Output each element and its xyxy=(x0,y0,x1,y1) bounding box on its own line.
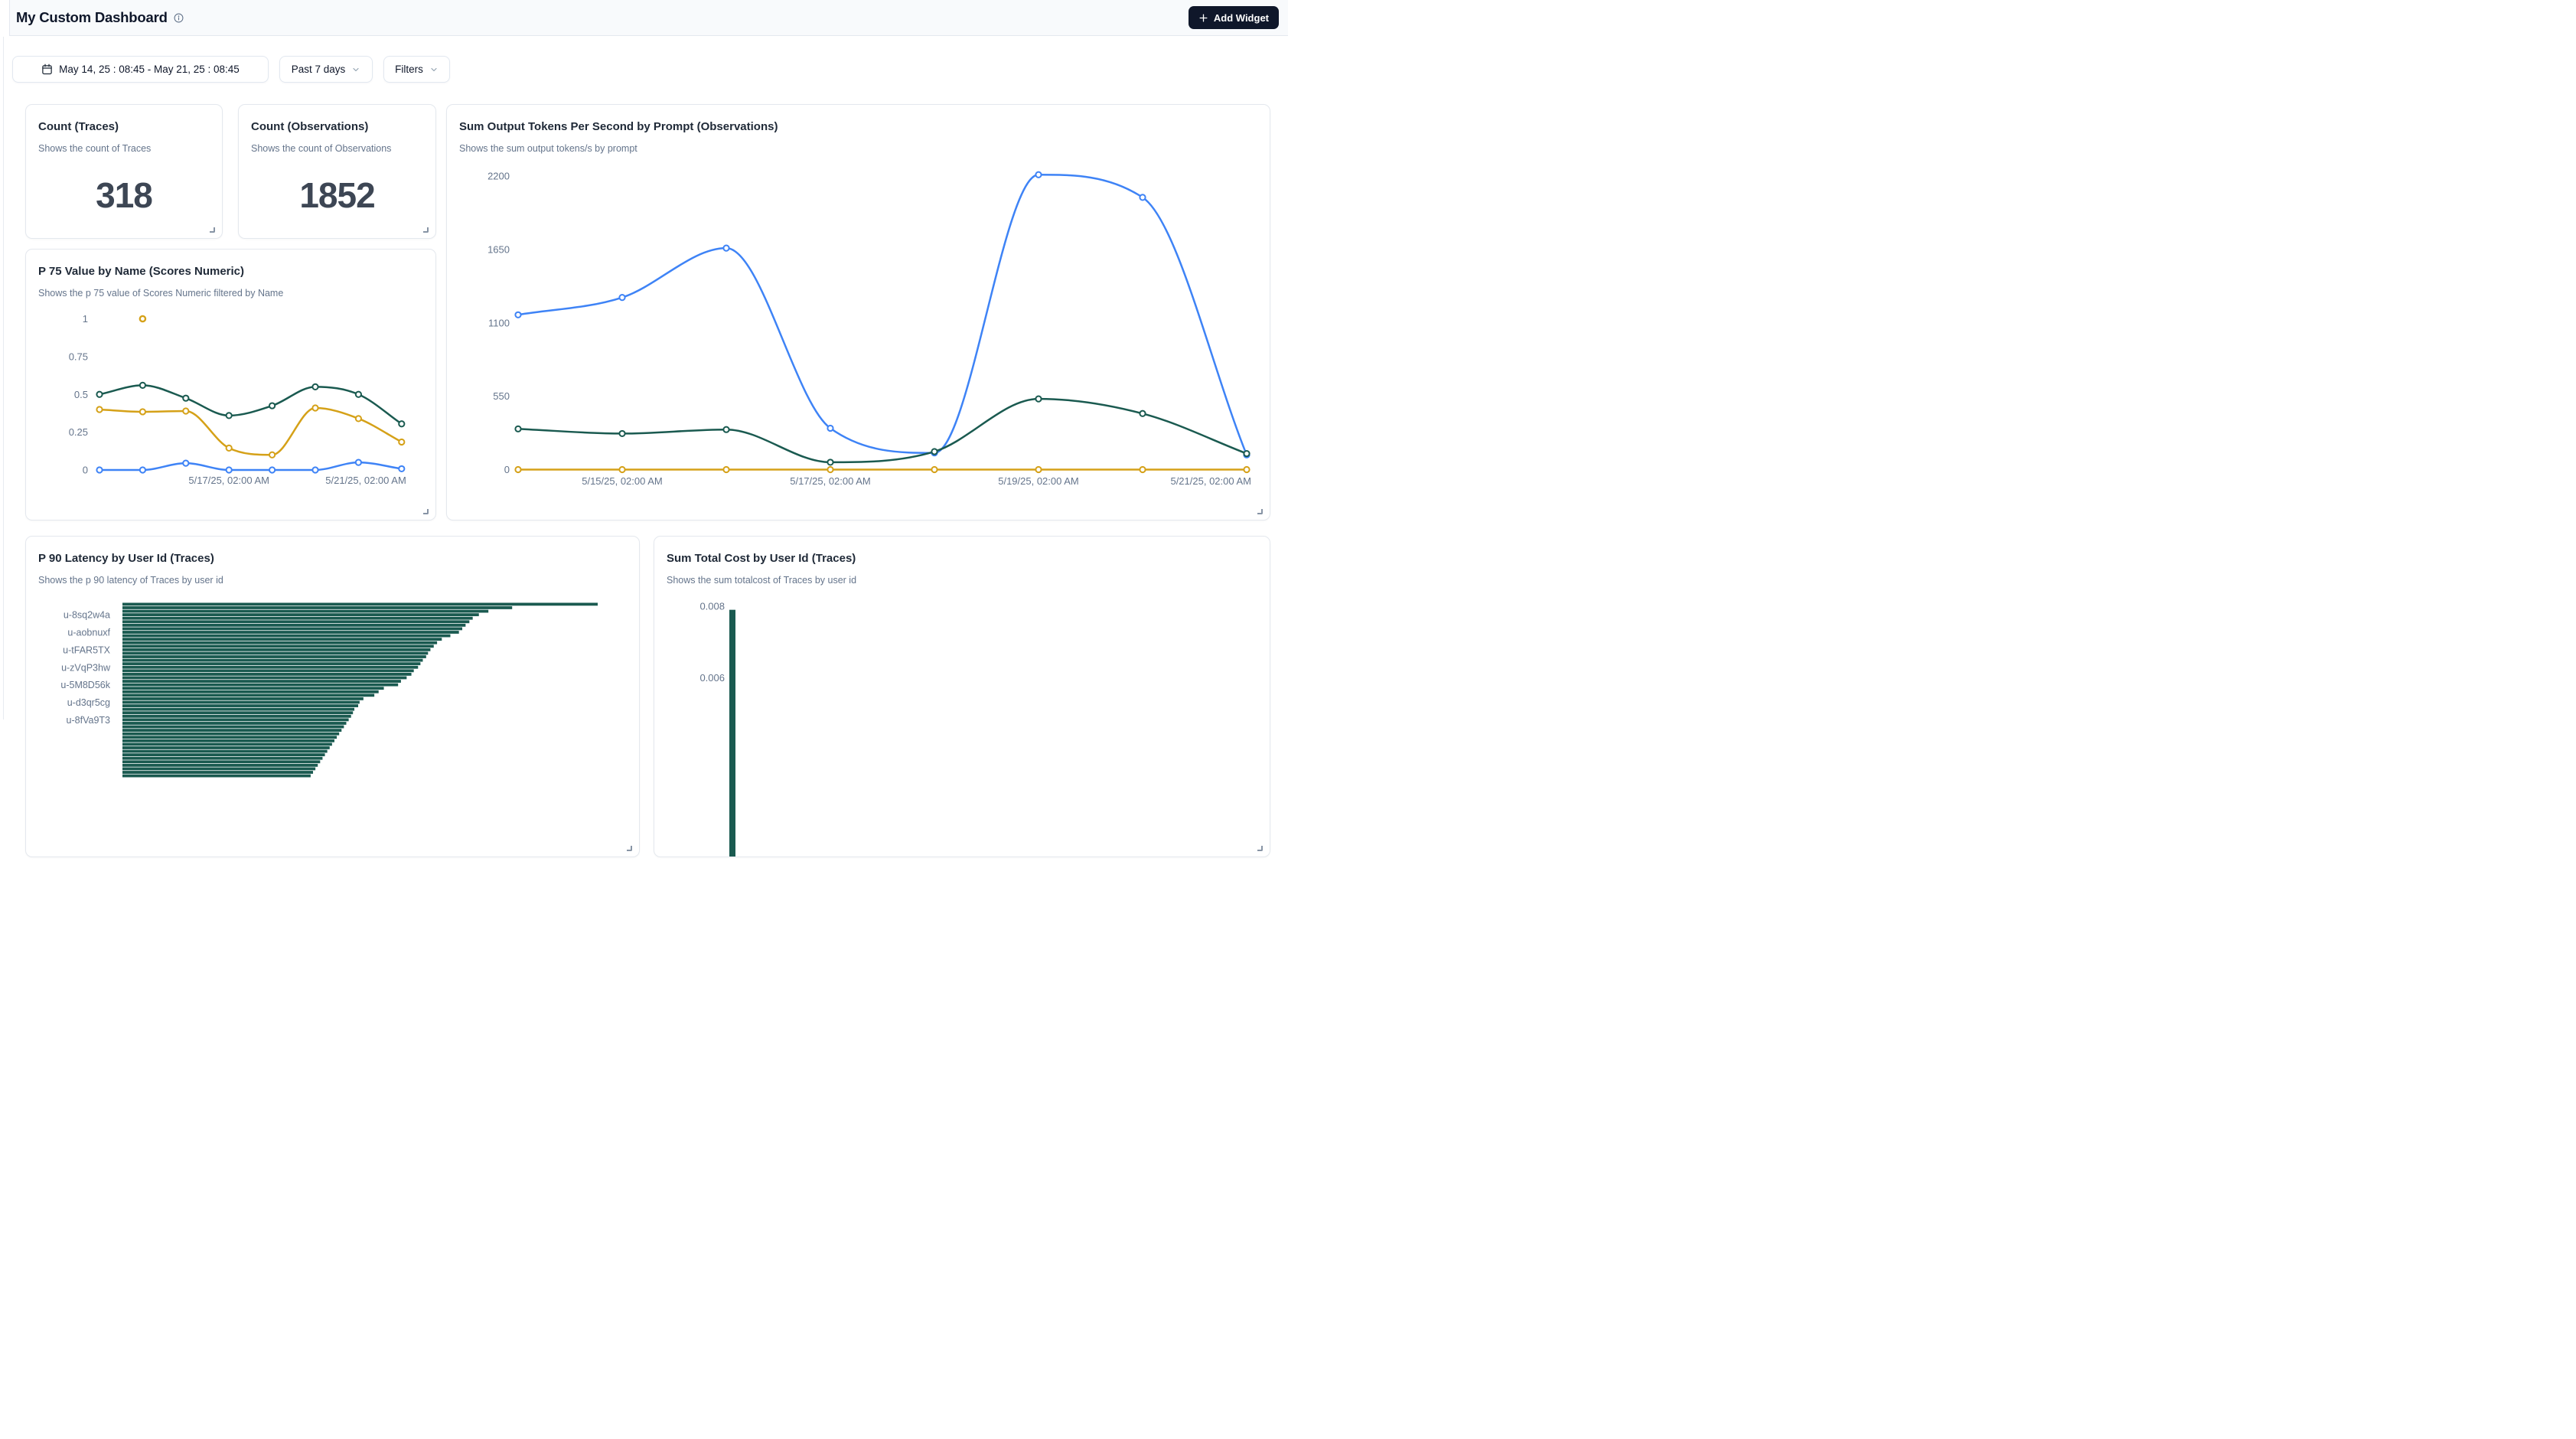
chevron-down-icon xyxy=(429,65,439,74)
date-preset-dropdown[interactable]: Past 7 days xyxy=(279,56,373,83)
add-widget-label: Add Widget xyxy=(1214,12,1269,24)
svg-text:5/21/25, 02:00 AM: 5/21/25, 02:00 AM xyxy=(1170,475,1251,487)
svg-text:2200: 2200 xyxy=(487,171,510,182)
filters-dropdown[interactable]: Filters xyxy=(383,56,450,83)
resize-handle[interactable] xyxy=(1257,509,1263,514)
calendar-icon xyxy=(41,64,53,75)
p75-by-name-line-chart[interactable]: 0 0.25 0.5 0.75 1 5/17/25, 02:00 AM 5/21/25, 0… xyxy=(26,250,436,520)
add-widget-button[interactable]: Add Widget xyxy=(1189,6,1279,29)
svg-text:1100: 1100 xyxy=(488,317,510,328)
svg-text:0.006: 0.006 xyxy=(699,672,725,684)
date-range-value: May 14, 25 : 08:45 - May 21, 25 : 08:45 xyxy=(59,64,240,75)
svg-text:u-8fVa9T3: u-8fVa9T3 xyxy=(67,715,110,726)
svg-text:0.75: 0.75 xyxy=(69,351,88,362)
widget-subtitle: Shows the count of Traces xyxy=(26,134,222,155)
svg-text:u-aobnuxf: u-aobnuxf xyxy=(67,628,110,638)
svg-text:0: 0 xyxy=(504,464,510,475)
svg-text:u-tFAR5TX: u-tFAR5TX xyxy=(63,644,110,655)
svg-text:1: 1 xyxy=(83,313,88,325)
content-left-border xyxy=(3,37,4,720)
date-range-button[interactable]: May 14, 25 : 08:45 - May 21, 25 : 08:45 xyxy=(12,56,269,83)
page-title-group: My Custom Dashboard xyxy=(16,9,184,26)
date-preset-value: Past 7 days xyxy=(292,64,346,75)
widget-p75-by-name: P 75 Value by Name (Scores Numeric) Show… xyxy=(25,249,436,520)
dashboard-page: My Custom Dashboard Add Widget May 14, 2… xyxy=(0,0,1288,720)
resize-handle[interactable] xyxy=(1257,846,1263,851)
plus-icon xyxy=(1198,13,1208,23)
widget-subtitle: Shows the count of Observations xyxy=(239,134,435,155)
page-title: My Custom Dashboard xyxy=(16,9,168,26)
svg-text:u-zVqP3hw: u-zVqP3hw xyxy=(61,662,111,673)
count-value: 1852 xyxy=(239,175,435,216)
widget-p90-latency: P 90 Latency by User Id (Traces) Shows t… xyxy=(25,536,640,857)
svg-text:1650: 1650 xyxy=(487,243,510,255)
count-value: 318 xyxy=(26,175,222,216)
svg-text:5/21/25, 02:00 AM: 5/21/25, 02:00 AM xyxy=(325,475,406,486)
svg-text:5/19/25, 02:00 AM: 5/19/25, 02:00 AM xyxy=(998,475,1079,487)
svg-text:550: 550 xyxy=(493,390,510,402)
widget-count-traces: Count (Traces) Shows the count of Traces… xyxy=(25,104,223,239)
svg-text:0.25: 0.25 xyxy=(69,426,88,438)
chevron-down-icon xyxy=(351,65,360,74)
tokens-by-prompt-line-chart[interactable]: 0 550 1100 1650 2200 5/15/25, 02:00 AM 5/17/25… xyxy=(447,105,1270,520)
info-icon[interactable] xyxy=(174,13,184,23)
svg-text:5/17/25, 02:00 AM: 5/17/25, 02:00 AM xyxy=(188,475,269,486)
toolbar: May 14, 25 : 08:45 - May 21, 25 : 08:45 … xyxy=(12,56,450,83)
widget-tokens-by-prompt: Sum Output Tokens Per Second by Prompt (… xyxy=(446,104,1270,520)
widget-title: Count (Observations) xyxy=(239,105,435,134)
widget-title: Count (Traces) xyxy=(26,105,222,134)
svg-text:0: 0 xyxy=(83,465,88,476)
resize-handle[interactable] xyxy=(210,227,215,233)
p90-latency-bar-chart[interactable]: u-8sq2w4a u-aobnuxf u-tFAR5TX u-zVqP3hw u-5M… xyxy=(26,537,640,857)
widget-count-observations: Count (Observations) Shows the count of … xyxy=(238,104,436,239)
resize-handle[interactable] xyxy=(423,509,429,514)
svg-text:5/17/25, 02:00 AM: 5/17/25, 02:00 AM xyxy=(790,475,871,487)
resize-handle[interactable] xyxy=(627,846,632,851)
svg-text:0.5: 0.5 xyxy=(74,389,88,400)
svg-text:u-8sq2w4a: u-8sq2w4a xyxy=(64,610,110,621)
svg-text:u-d3qr5cg: u-d3qr5cg xyxy=(67,697,110,708)
svg-text:0.008: 0.008 xyxy=(699,601,725,612)
svg-text:5/15/25, 02:00 AM: 5/15/25, 02:00 AM xyxy=(582,475,663,487)
widget-total-cost: Sum Total Cost by User Id (Traces) Shows… xyxy=(654,536,1270,857)
filters-label: Filters xyxy=(395,64,423,75)
resize-handle[interactable] xyxy=(423,227,429,233)
svg-text:u-5M8D56k: u-5M8D56k xyxy=(60,680,110,690)
page-header: My Custom Dashboard Add Widget xyxy=(9,0,1288,36)
total-cost-bar-chart[interactable]: 0.008 0.006 xyxy=(654,537,1270,857)
